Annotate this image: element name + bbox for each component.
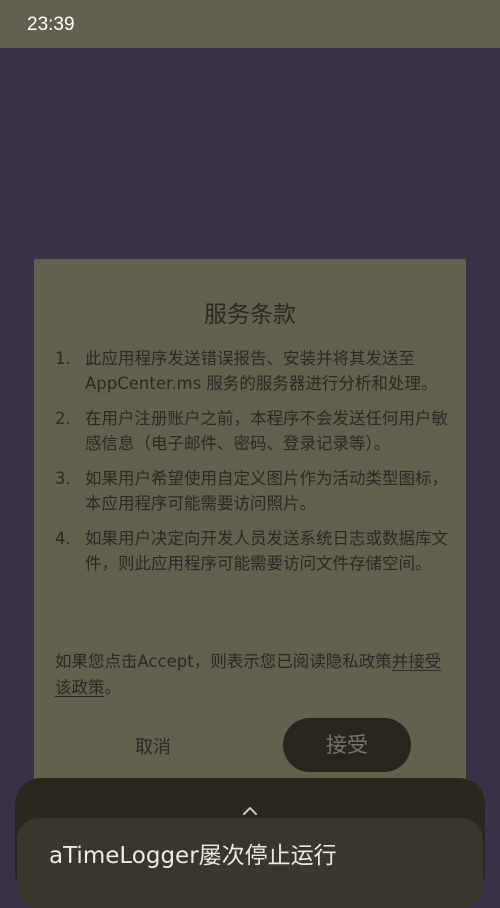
terms-item-text: 如果用户希望使用自定义图片作为活动类型图标，本应用程序可能需要访问照片。 — [85, 469, 448, 513]
terms-item: 4. 如果用户决定向开发人员发送系统日志或数据库文件，则此应用程序可能需要访问文… — [55, 526, 455, 576]
privacy-notice: 如果您点击Accept，则表示您已阅读隐私政策并接受该政策。 — [55, 649, 455, 701]
terms-item: 1. 此应用程序发送错误报告、安装并将其发送至 AppCenter.ms 服务的… — [55, 346, 455, 396]
accept-button[interactable]: 接受 — [283, 718, 411, 772]
status-time: 23:39 — [27, 14, 75, 35]
cancel-button[interactable]: 取消 — [100, 728, 206, 768]
terms-item-number: 4. — [55, 529, 71, 548]
terms-item-number: 1. — [55, 349, 71, 368]
privacy-text: 如果您点击Accept，则表示您已阅读隐私政策 — [55, 652, 392, 671]
dialog-title: 服务条款 — [204, 302, 296, 328]
privacy-text-end: 。 — [104, 678, 122, 697]
terms-item-number: 2. — [55, 409, 71, 428]
terms-item-text: 如果用户决定向开发人员发送系统日志或数据库文件，则此应用程序可能需要访问文件存储… — [85, 529, 448, 573]
chevron-up-icon[interactable] — [242, 806, 258, 816]
terms-list: 1. 此应用程序发送错误报告、安装并将其发送至 AppCenter.ms 服务的… — [55, 346, 455, 586]
status-bar: 23:39 — [0, 0, 500, 48]
terms-item-text: 此应用程序发送错误报告、安装并将其发送至 AppCenter.ms 服务的服务器… — [85, 349, 438, 393]
terms-item-text: 在用户注册账户之前，本程序不会发送任何用户敏感信息（电子邮件、密码、登录记录等）… — [85, 409, 448, 453]
terms-item: 2. 在用户注册账户之前，本程序不会发送任何用户敏感信息（电子邮件、密码、登录记… — [55, 406, 455, 456]
terms-item: 3. 如果用户希望使用自定义图片作为活动类型图标，本应用程序可能需要访问照片。 — [55, 466, 455, 516]
terms-item-number: 3. — [55, 469, 71, 488]
crash-message: aTimeLogger屡次停止运行 — [49, 843, 337, 869]
